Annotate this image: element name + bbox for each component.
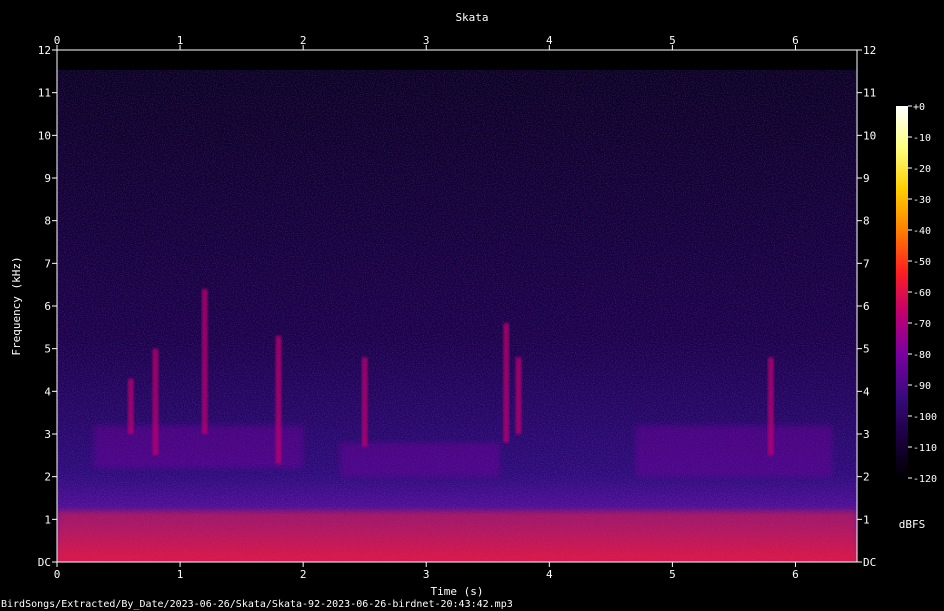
y-tick-label-left: 1 [44,513,51,526]
colorbar-gradient [896,106,908,478]
x-tick-label-bottom: 3 [423,568,430,581]
x-tick-label-bottom: 5 [669,568,676,581]
x-tick-label-top: 6 [792,34,799,47]
call-streak [515,357,522,434]
x-tick-label-top: 4 [546,34,553,47]
energy-band [635,425,833,477]
y-tick-label-right: 10 [863,129,876,142]
colorbar-tick-label: -60 [913,288,931,299]
colorbar-tick-label: -30 [913,195,931,206]
colorbar-tick-label: -90 [913,381,931,392]
call-streak [503,323,510,443]
call-streak [361,357,368,447]
file-path: BirdSongs/Extracted/By_Date/2023-06-26/S… [1,599,513,610]
colorbar-tick-label: +0 [913,102,925,113]
x-axis-label: Time (s) [431,585,484,598]
y-tick-label-right: 3 [863,428,870,441]
colorbar-label: dBFS [899,518,926,531]
spectrogram-chart: Skata 00112233445566DC DC1 12 23 34 45 56 67 78 8… [1,11,937,610]
colorbar-tick-label: -100 [913,412,937,423]
x-tick-label-top: 5 [669,34,676,47]
energy-band [340,442,501,477]
y-tick-label-right: 1 [863,513,870,526]
x-tick-label-top: 1 [177,34,184,47]
colorbar-tick-label: -10 [913,133,931,144]
y-tick-label-left: 5 [44,343,51,356]
call-streak [767,357,774,456]
y-tick-label-right: 5 [863,343,870,356]
x-tick-label-bottom: 4 [546,568,553,581]
y-tick-label-left: 3 [44,428,51,441]
x-tick-label-top: 2 [300,34,307,47]
colorbar-tick-label: -40 [913,226,931,237]
y-tick-label-left: 8 [44,215,51,228]
y-tick-label-left: 7 [44,257,51,270]
y-tick-label-left: 6 [44,300,51,313]
energy-band [93,425,304,469]
y-tick-label-left: 2 [44,471,51,484]
y-tick-label-right: 6 [863,300,870,313]
call-streak [127,378,134,434]
colorbar-tick-label: -50 [913,257,931,268]
y-tick-label-right: 7 [863,257,870,270]
chart-title: Skata [455,11,488,24]
colorbar-tick-label: -80 [913,350,931,361]
spectrogram-noise [57,70,857,562]
call-streak [201,288,208,434]
y-tick-label-right: 2 [863,471,870,484]
plot-area [57,50,857,562]
y-tick-label-right: 4 [863,385,870,398]
x-tick-label-top: 3 [423,34,430,47]
colorbar-tick-label: -120 [913,474,937,485]
y-axis-label: Frequency (kHz) [10,256,23,355]
low-frequency-band [57,510,857,562]
y-tick-label-left: 4 [44,385,51,398]
y-tick-label-right: 9 [863,172,870,185]
x-tick-label-bottom: 0 [54,568,61,581]
y-tick-label-left: 9 [44,172,51,185]
y-tick-label-right: 8 [863,215,870,228]
y-tick-label-left: 12 [38,44,51,57]
colorbar-tick-label: -20 [913,164,931,175]
y-tick-label-right: 12 [863,44,876,57]
y-tick-label-left: 10 [38,129,51,142]
colorbar-ticks: +0 -10 -20 -30 -40 -50 -60 -70 -80 -90 -100 -110 -12… [908,102,937,485]
x-tick-label-top: 0 [54,34,61,47]
y-tick-label-right: 11 [863,87,876,100]
call-streak [152,348,159,456]
colorbar-tick-label: -110 [913,443,937,454]
x-tick-label-bottom: 2 [300,568,307,581]
y-tick-label-left: 11 [38,87,51,100]
colorbar: +0 -10 -20 -30 -40 -50 -60 -70 -80 -90 -100 -110 -12… [896,102,937,531]
y-tick-label-right: DC [863,556,876,569]
x-tick-label-bottom: 1 [177,568,184,581]
call-streak [275,335,282,464]
colorbar-tick-label: -70 [913,319,931,330]
x-tick-label-bottom: 6 [792,568,799,581]
y-tick-label-left: DC [38,556,51,569]
